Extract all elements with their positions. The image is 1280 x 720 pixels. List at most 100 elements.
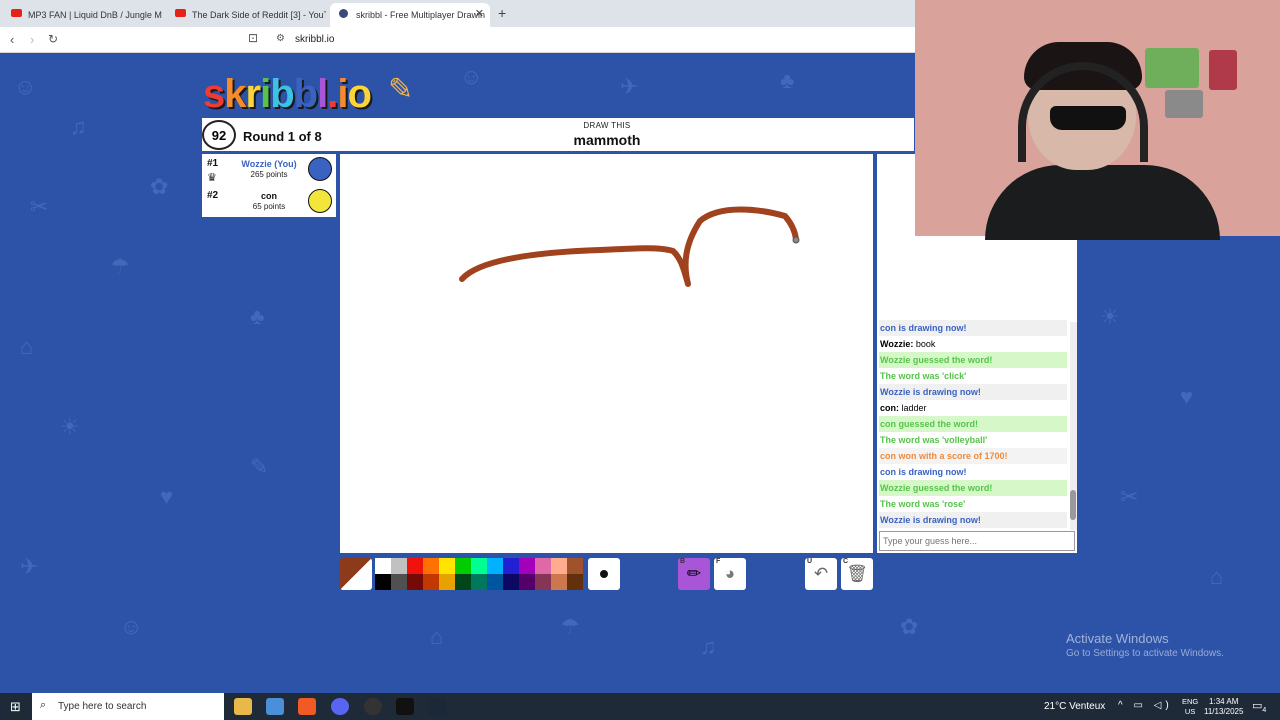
color-swatch[interactable] [407,574,423,590]
frog-sticker [1145,48,1199,88]
color-swatch[interactable] [567,574,583,590]
color-swatch[interactable] [439,574,455,590]
player-row[interactable]: #1 ♛ Wozzie (You) 265 points [202,154,336,185]
app-icon[interactable] [396,698,414,715]
obs-icon[interactable] [364,698,382,715]
language-code: ENG [1182,697,1199,706]
shortcut-key: U [807,558,813,565]
youtube-icon [11,9,22,17]
chat-user: con: [880,403,899,413]
skribbl-logo: skribbl.io [203,72,372,116]
current-color-preview [340,558,372,590]
chat-text: book [915,339,936,349]
undo-button[interactable]: U ↶ [805,558,837,590]
notification-icon[interactable]: ▭4 [1252,699,1266,714]
color-swatch[interactable] [535,558,551,574]
timer-value: 92 [211,127,227,143]
color-swatch[interactable] [375,574,391,590]
bookmark-icon[interactable]: ⊡ [248,31,258,45]
brush-tool-button[interactable]: B ✏ [678,558,710,590]
doodle-icon: ♣ [780,68,795,93]
doodle-icon: ☺ [14,74,37,99]
weather-widget[interactable]: 21°C Venteux [1044,701,1105,712]
color-swatch[interactable] [407,558,423,574]
color-swatch[interactable] [535,574,551,590]
brave-browser-icon[interactable] [298,698,316,715]
person-jacket [985,165,1220,240]
region-code: US [1184,707,1196,716]
undo-icon: ↶ [813,564,829,583]
color-swatch[interactable] [391,574,407,590]
round-indicator: Round 1 of 8 [243,129,322,144]
color-swatch[interactable] [391,558,407,574]
browser-tab-1[interactable]: MP3 FAN | Liquid DnB / Jungle M [2,3,162,27]
color-swatch[interactable] [471,574,487,590]
doodle-icon: ✿ [900,614,919,639]
browser-tab-3[interactable]: skribbl - Free Multiplayer Drawin ✕ [330,3,490,27]
doodle-icon: ☺ [460,64,483,89]
color-swatch[interactable] [423,558,439,574]
cat-picture [1165,90,1203,118]
doodle-icon: ♫ [700,634,717,659]
language-indicator[interactable]: ENG US [1182,697,1198,717]
color-swatch[interactable] [455,574,471,590]
browser-tab-2[interactable]: The Dark Side of Reddit [3] - YouTub [166,3,326,27]
sunglasses [1050,106,1126,130]
chat-message: The word was 'volleyball' [879,432,1067,448]
poster [1209,50,1237,90]
doodle-icon: ✎ [250,454,269,479]
clear-button[interactable]: C 🗑 [841,558,873,590]
color-swatch[interactable] [439,558,455,574]
windows-start-icon[interactable]: ⊞ [10,699,21,715]
calculator-icon[interactable] [266,698,284,715]
color-swatch[interactable] [567,558,583,574]
taskbar-clock[interactable]: 1:34 AM 11/13/2025 [1204,697,1243,717]
doodle-icon: ☂ [110,254,130,279]
color-swatch[interactable] [423,574,439,590]
color-swatch[interactable] [471,558,487,574]
doodle-icon: ☂ [560,614,580,639]
guess-input[interactable] [879,531,1075,551]
color-swatch[interactable] [519,574,535,590]
search-placeholder: Type here to search [58,701,147,712]
fill-tool-button[interactable]: F ◕ [714,558,746,590]
doodle-icon: ☀ [1100,304,1120,329]
shortcut-key: C [843,558,849,565]
steam-icon[interactable] [428,698,446,715]
reload-icon[interactable]: ↻ [48,32,58,46]
chat-message: The word was 'rose' [879,496,1067,512]
color-swatch[interactable] [503,558,519,574]
discord-icon[interactable] [331,698,349,715]
chat-message: Wozzie is drawing now! [879,384,1067,400]
tab-title: skribbl - Free Multiplayer Drawin [356,10,486,20]
back-icon[interactable]: ‹ [10,32,14,47]
color-swatch[interactable] [487,558,503,574]
taskbar-search[interactable]: ⌕ Type here to search [32,693,224,720]
site-info-icon[interactable]: ⚙ [276,33,285,44]
file-explorer-icon[interactable] [234,698,252,715]
youtube-icon [175,9,186,17]
color-swatch[interactable] [551,558,567,574]
doodle-icon: ♥ [1180,384,1194,409]
color-swatch[interactable] [551,574,567,590]
player-row[interactable]: #2 con 65 points [202,186,336,217]
color-swatch[interactable] [487,574,503,590]
color-swatch[interactable] [519,558,535,574]
forward-icon[interactable]: › [30,32,34,47]
chat-message: The word was 'click' [879,368,1067,384]
new-tab-button[interactable]: + [498,5,506,21]
system-tray-icons[interactable]: ^ ▭ ◁) [1118,700,1173,711]
color-swatch[interactable] [503,574,519,590]
pencil-icon: ✏ [686,564,702,583]
drawing-canvas[interactable] [340,154,873,553]
chat-scroll-thumb[interactable] [1070,490,1076,520]
color-swatch[interactable] [375,558,391,574]
clock-date: 11/13/2025 [1204,707,1244,716]
close-icon[interactable]: ✕ [475,7,484,20]
color-swatch[interactable] [455,558,471,574]
search-icon: ⌕ [40,699,47,711]
brush-size-button[interactable] [588,558,620,590]
skribbl-icon [339,9,348,18]
url-field[interactable]: skribbl.io [295,34,334,45]
doodle-icon: ⌂ [430,624,444,649]
